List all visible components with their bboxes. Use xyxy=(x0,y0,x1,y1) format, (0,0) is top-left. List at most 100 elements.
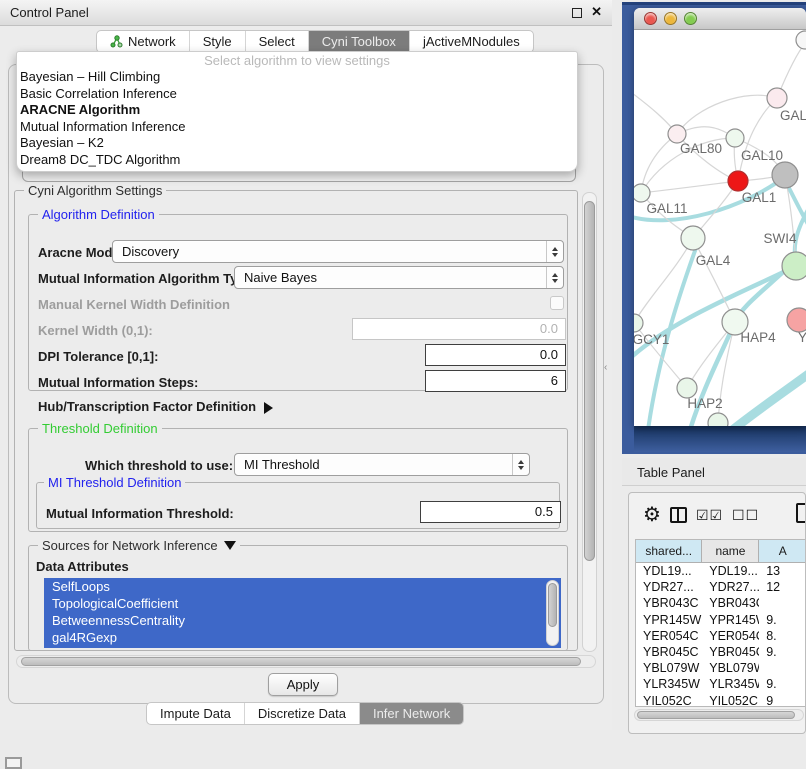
network-window-titlebar[interactable] xyxy=(634,8,806,30)
columns-icon[interactable] xyxy=(670,507,687,523)
dpi-tolerance-field[interactable]: 0.0 xyxy=(425,344,566,366)
algorithm-list: Bayesian – Hill ClimbingBasic Correlatio… xyxy=(17,69,577,168)
network-node[interactable] xyxy=(708,413,728,426)
table-column-header[interactable]: name xyxy=(702,540,759,562)
algorithm-option[interactable]: Dream8 DC_TDC Algorithm xyxy=(17,152,577,169)
sources-title: Sources for Network Inference xyxy=(42,538,218,553)
tab-style[interactable]: Style xyxy=(190,31,246,52)
attribute-item-selected[interactable]: gal4RGexp xyxy=(44,629,561,646)
table-row[interactable]: YBR043CYBR043C xyxy=(636,595,806,611)
table-horizontal-scrollbar[interactable] xyxy=(634,709,804,721)
tab-select[interactable]: Select xyxy=(246,31,309,52)
table-hscroll-thumb[interactable] xyxy=(637,711,795,719)
close-icon[interactable]: ✕ xyxy=(591,4,602,20)
table-cell: 12 xyxy=(759,579,806,595)
mi-type-combo[interactable]: Naive Bayes xyxy=(234,266,564,289)
algorithm-dropdown-popup: Select algorithm to view settings Bayesi… xyxy=(16,51,578,172)
attribute-item-selected[interactable]: SelfLoops xyxy=(44,578,561,595)
zoom-traffic-light-icon[interactable] xyxy=(684,12,697,25)
network-node-gal10[interactable] xyxy=(726,129,744,147)
table-row[interactable]: YLR345WYLR345W9. xyxy=(636,676,806,692)
tab-cyni-toolbox[interactable]: Cyni Toolbox xyxy=(309,31,410,52)
dpi-tolerance-label: DPI Tolerance [0,1]: xyxy=(38,349,158,364)
network-edge[interactable] xyxy=(641,181,738,193)
network-node[interactable] xyxy=(796,31,806,49)
table-row[interactable]: YBR045CYBR045C9. xyxy=(636,644,806,660)
sources-title-toggle[interactable]: Sources for Network Inference xyxy=(38,538,240,553)
algorithm-option[interactable]: Bayesian – Hill Climbing xyxy=(17,69,577,86)
network-edge[interactable] xyxy=(730,370,806,426)
tab-discretize-data-label: Discretize Data xyxy=(258,703,346,724)
kernel-width-field[interactable]: 0.0 xyxy=(352,318,566,340)
network-node-gcy1[interactable] xyxy=(634,314,643,332)
table-header-row: shared...nameA xyxy=(636,540,806,563)
algorithm-placeholder: Select algorithm to view settings xyxy=(17,53,577,69)
table-row[interactable]: YIL052CYIL052C9 xyxy=(636,693,806,708)
table-row[interactable]: YDL19...YDL19...13 xyxy=(636,563,806,579)
kernel-width-label: Kernel Width (0,1): xyxy=(38,323,153,338)
attributes-vertical-scrollbar[interactable] xyxy=(546,580,559,646)
algorithm-option[interactable]: Bayesian – K2 xyxy=(17,135,577,152)
gear-icon[interactable]: ⚙ xyxy=(643,505,661,525)
mi-steps-field[interactable]: 6 xyxy=(425,370,566,392)
algorithm-option[interactable]: Mutual Information Inference xyxy=(17,119,577,136)
tab-jactivemnodules[interactable]: jActiveMNodules xyxy=(410,31,533,52)
network-edge[interactable] xyxy=(693,238,735,322)
table-column-header[interactable]: A xyxy=(759,540,806,562)
network-node-label: GAL10 xyxy=(741,148,783,163)
settings-hscroll-thumb[interactable] xyxy=(21,657,581,666)
tab-infer-network[interactable]: Infer Network xyxy=(360,703,463,724)
aracne-mode-combo[interactable]: Discovery xyxy=(112,240,564,263)
mi-threshold-field[interactable]: 0.5 xyxy=(420,501,561,523)
which-threshold-combo[interactable]: MI Threshold xyxy=(234,453,530,476)
settings-vscroll-thumb[interactable] xyxy=(584,201,595,561)
settings-horizontal-scrollbar[interactable] xyxy=(16,655,596,668)
tab-cyni-toolbox-label: Cyni Toolbox xyxy=(322,31,396,52)
tab-impute-data[interactable]: Impute Data xyxy=(147,703,245,724)
network-node-gal4[interactable] xyxy=(681,226,705,250)
minimize-traffic-light-icon[interactable] xyxy=(664,12,677,25)
network-node-y[interactable] xyxy=(787,308,806,332)
tab-style-label: Style xyxy=(203,31,232,52)
network-canvas[interactable]: GALGAL80GAL10GAL1GAL11SWI4GAL4GCY1HAP4YH… xyxy=(634,30,806,426)
table-cell: 9. xyxy=(759,676,806,692)
table-row[interactable]: YER054CYER054C8. xyxy=(636,628,806,644)
algorithm-option[interactable]: ARACNE Algorithm xyxy=(17,102,577,119)
algorithm-option[interactable]: Basic Correlation Inference xyxy=(17,86,577,103)
network-node-label: GAL4 xyxy=(696,253,731,268)
float-window-icon[interactable] xyxy=(572,8,582,18)
tab-discretize-data[interactable]: Discretize Data xyxy=(245,703,360,724)
mi-threshold-label: Mutual Information Threshold: xyxy=(46,506,234,521)
node-table[interactable]: shared...nameA YDL19...YDL19...13YDR27..… xyxy=(635,539,806,707)
network-node-gal1[interactable] xyxy=(728,171,748,191)
network-node-swi4[interactable] xyxy=(782,252,806,280)
data-attributes-list[interactable]: SelfLoopsTopologicalCoefficientBetweenne… xyxy=(44,578,561,648)
network-node-hap2[interactable] xyxy=(677,378,697,398)
table-column-header[interactable]: shared... xyxy=(636,540,702,562)
combo-spinner-icon xyxy=(546,241,563,262)
unchecked-checkboxes-icon[interactable]: ☐☐ xyxy=(732,507,759,524)
expanded-arrow-icon xyxy=(224,541,236,556)
network-node[interactable] xyxy=(772,162,798,188)
tab-network[interactable]: Network xyxy=(97,31,190,52)
network-node-gal[interactable] xyxy=(767,88,787,108)
table-row[interactable]: YBL079WYBL079W xyxy=(636,660,806,676)
attribute-item-selected[interactable]: BetweennessCentrality xyxy=(44,612,561,629)
checked-checkboxes-icon[interactable]: ☑☑ xyxy=(696,507,723,524)
settings-vertical-scrollbar[interactable] xyxy=(582,192,597,652)
new-table-icon[interactable] xyxy=(796,503,806,523)
manual-kernel-checkbox[interactable] xyxy=(550,296,564,310)
apply-button[interactable]: Apply xyxy=(268,673,338,696)
table-row[interactable]: YDR27...YDR27...12 xyxy=(636,579,806,595)
minimized-panel-icon[interactable] xyxy=(5,757,22,769)
close-traffic-light-icon[interactable] xyxy=(644,12,657,25)
table-cell xyxy=(759,595,806,611)
hub-definition-toggle[interactable]: Hub/Transcription Factor Definition xyxy=(38,399,279,414)
mi-type-value: Naive Bayes xyxy=(244,270,317,285)
network-node-gal11[interactable] xyxy=(634,184,650,202)
panel-splitter-handle[interactable]: ‹ xyxy=(604,362,607,373)
table-cell: YIL052C xyxy=(636,693,702,708)
attribute-item-selected[interactable]: TopologicalCoefficient xyxy=(44,595,561,612)
attributes-vscroll-thumb[interactable] xyxy=(548,583,557,627)
table-row[interactable]: YPR145WYPR145W9. xyxy=(636,612,806,628)
